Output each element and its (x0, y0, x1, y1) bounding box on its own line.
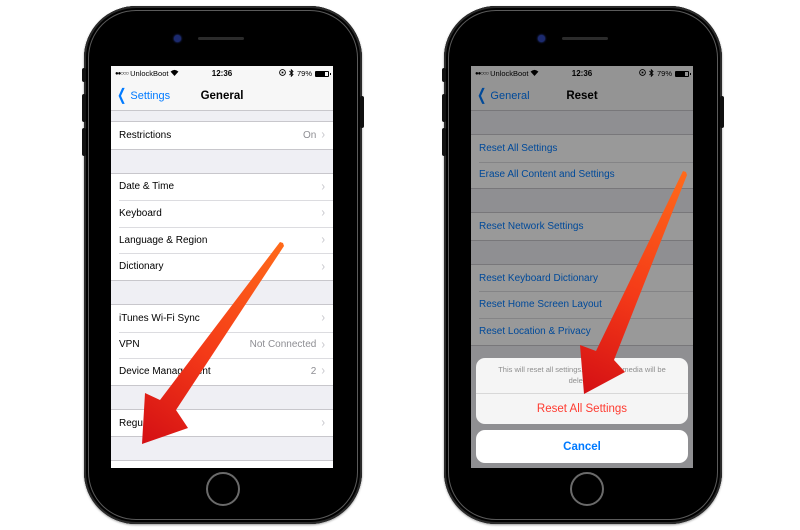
section-gap (111, 149, 333, 174)
section-gap (111, 385, 333, 410)
action-sheet: This will reset all settings. No data or… (476, 358, 688, 463)
battery-icon (315, 70, 331, 77)
row-label: Date & Time (119, 181, 175, 193)
mute-switch (82, 68, 86, 82)
action-sheet-message: This will reset all settings. No data or… (476, 358, 688, 394)
settings-group-locale: Date & Time › Keyboard › Language & Regi… (111, 173, 333, 281)
settings-group-regulatory: Regulatory › (111, 409, 333, 438)
status-time: 12:36 (211, 69, 233, 78)
chevron-right-icon: › (321, 415, 325, 431)
row-itunes-wifi-sync[interactable]: iTunes Wi-Fi Sync › (111, 305, 333, 332)
row-value: 2 (310, 365, 317, 377)
row-label: Language & Region (119, 234, 208, 246)
row-value: Not Connected (249, 339, 317, 351)
front-camera (538, 35, 545, 42)
row-label: Keyboard (119, 207, 162, 219)
row-device-management[interactable]: Device Management 2 › (111, 358, 333, 385)
wifi-icon (170, 69, 179, 78)
status-bar: ●●○○○ UnlockBoot 12:36 79% (111, 66, 333, 81)
settings-group-restrictions: Restrictions On › (111, 122, 333, 150)
bluetooth-icon (289, 68, 294, 79)
volume-down-button (82, 128, 86, 156)
page-title: General (200, 89, 244, 102)
row-restrictions[interactable]: Restrictions On › (111, 122, 333, 149)
back-button-settings[interactable]: ❮ Settings (115, 86, 171, 104)
row-label: iTunes Wi-Fi Sync (119, 312, 200, 324)
chevron-right-icon: › (321, 232, 325, 248)
cancel-button[interactable]: Cancel (476, 430, 688, 463)
power-button (360, 96, 364, 128)
row-language-region[interactable]: Language & Region › (111, 226, 333, 254)
row-label: Restrictions (119, 129, 172, 141)
section-gap (111, 437, 333, 462)
navigation-bar: ❮ Settings General (111, 81, 333, 111)
earpiece-speaker (198, 37, 244, 40)
volume-up-button (82, 94, 86, 122)
action-sheet-group: This will reset all settings. No data or… (476, 358, 688, 424)
signal-strength-icon: ●●○○○ (115, 70, 129, 77)
row-keyboard[interactable]: Keyboard › (111, 200, 333, 227)
home-button[interactable] (570, 472, 604, 506)
row-date-time[interactable]: Date & Time › (111, 174, 333, 201)
row-dictionary[interactable]: Dictionary › (111, 253, 333, 280)
chevron-right-icon: › (321, 364, 325, 379)
chevron-right-icon: › (321, 259, 325, 274)
row-label: Dictionary (119, 261, 164, 273)
chevron-left-icon: ❮ (117, 86, 127, 104)
orientation-lock-icon (279, 69, 286, 78)
section-gap (111, 280, 333, 305)
volume-down-button (442, 128, 446, 156)
mute-switch (442, 68, 446, 82)
row-regulatory[interactable]: Regulatory › (111, 410, 333, 437)
reset-all-settings-confirm-button[interactable]: Reset All Settings (476, 394, 688, 424)
row-label: VPN (119, 339, 140, 351)
settings-group-network: iTunes Wi-Fi Sync › VPN Not Connected › … (111, 304, 333, 386)
general-settings-screen: ●●○○○ UnlockBoot 12:36 79% ❮ Settings Ge… (111, 66, 333, 468)
back-button-label: Settings (130, 89, 171, 102)
reset-screen: ●●○○○ UnlockBoot 12:36 79% ❮ General Res… (471, 66, 693, 468)
power-button (720, 96, 724, 128)
chevron-right-icon: › (321, 337, 325, 353)
chevron-right-icon: › (321, 206, 325, 221)
row-reset[interactable]: Reset › (111, 461, 333, 468)
chevron-right-icon: › (321, 179, 325, 195)
row-label: Regulatory (119, 417, 168, 429)
chevron-right-icon: › (321, 467, 325, 468)
home-button[interactable] (206, 472, 240, 506)
front-camera (174, 35, 181, 42)
carrier-name: UnlockBoot (130, 69, 169, 78)
settings-group-reset: Reset › (111, 461, 333, 468)
section-gap (111, 111, 333, 122)
battery-percent: 79% (296, 69, 312, 78)
chevron-right-icon: › (321, 128, 325, 143)
row-vpn[interactable]: VPN Not Connected › (111, 331, 333, 359)
row-value: On (302, 129, 317, 141)
chevron-right-icon: › (321, 311, 325, 326)
phone-right: ●●○○○ UnlockBoot 12:36 79% ❮ General Res… (442, 6, 724, 524)
row-label: Device Management (119, 365, 211, 377)
earpiece-speaker (562, 37, 608, 40)
volume-up-button (442, 94, 446, 122)
phone-left: ●●○○○ UnlockBoot 12:36 79% ❮ Settings Ge… (82, 6, 364, 524)
